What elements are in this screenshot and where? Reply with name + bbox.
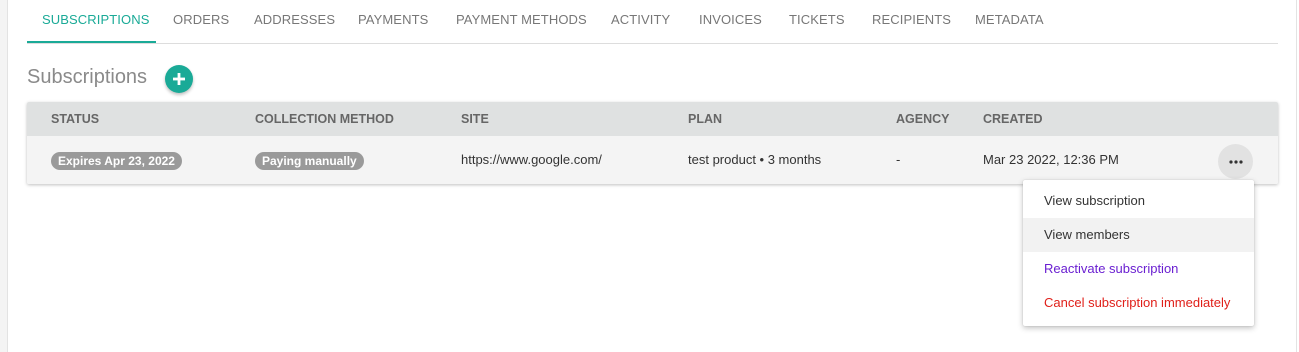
table-row[interactable]: Expires Apr 23, 2022 Paying manually htt… [27, 136, 1278, 184]
column-header-plan[interactable]: PLAN [688, 102, 722, 136]
menu-item-cancel-subscription[interactable]: Cancel subscription immediately [1023, 286, 1254, 320]
menu-item-view-members[interactable]: View members [1023, 218, 1254, 252]
tab-activity[interactable]: ACTIVITY [611, 0, 670, 44]
add-subscription-button[interactable] [165, 65, 193, 93]
row-actions-button[interactable] [1218, 144, 1253, 179]
collection-method-badge: Paying manually [255, 152, 364, 170]
menu-item-reactivate-subscription[interactable]: Reactivate subscription [1023, 252, 1254, 286]
plus-icon [173, 73, 185, 85]
column-header-agency[interactable]: AGENCY [896, 102, 949, 136]
site-cell: https://www.google.com/ [461, 152, 602, 167]
tab-recipients[interactable]: RECIPIENTS [872, 0, 951, 44]
column-header-collection-method[interactable]: COLLECTION METHOD [255, 102, 394, 136]
agency-cell: - [896, 152, 901, 167]
status-badge: Expires Apr 23, 2022 [51, 152, 182, 170]
tab-tickets[interactable]: TICKETS [789, 0, 845, 44]
section-title: Subscriptions [27, 66, 148, 88]
tab-payments[interactable]: PAYMENTS [358, 0, 428, 44]
plan-cell: test product • 3 months [688, 152, 822, 167]
tab-bar: SUBSCRIPTIONS ORDERS ADDRESSES PAYMENTS … [27, 0, 1278, 44]
menu-item-view-subscription[interactable]: View subscription [1023, 184, 1254, 218]
tab-payment-methods[interactable]: PAYMENT METHODS [456, 0, 587, 44]
column-header-site[interactable]: SITE [461, 102, 489, 136]
subscriptions-table: STATUS COLLECTION METHOD SITE PLAN AGENC… [27, 102, 1278, 184]
tab-invoices[interactable]: INVOICES [699, 0, 762, 44]
column-header-created[interactable]: CREATED [983, 102, 1043, 136]
page-gutter [0, 0, 7, 352]
tab-subscriptions[interactable]: SUBSCRIPTIONS [42, 0, 149, 44]
more-horizontal-icon [1228, 159, 1243, 164]
tab-addresses[interactable]: ADDRESSES [254, 0, 335, 44]
row-actions-menu: View subscription View members Reactivat… [1023, 180, 1254, 326]
tab-metadata[interactable]: METADATA [975, 0, 1044, 44]
tab-orders[interactable]: ORDERS [173, 0, 229, 44]
table-header: STATUS COLLECTION METHOD SITE PLAN AGENC… [27, 102, 1278, 136]
active-tab-indicator [27, 41, 156, 43]
created-cell: Mar 23 2022, 12:36 PM [983, 152, 1119, 167]
column-header-status[interactable]: STATUS [51, 102, 99, 136]
